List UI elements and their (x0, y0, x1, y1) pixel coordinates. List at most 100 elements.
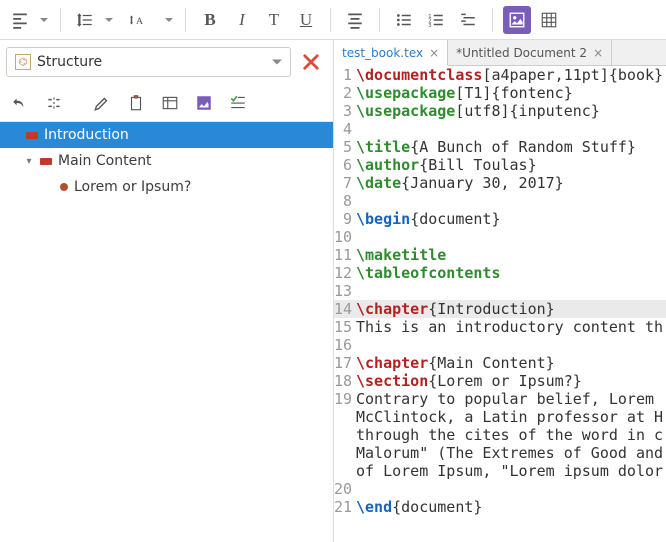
font-size-button[interactable]: A (119, 6, 159, 34)
code-line[interactable]: 8 (334, 192, 666, 210)
spacing-dropdown-caret[interactable] (103, 6, 115, 34)
tree-twisty[interactable] (10, 130, 20, 140)
code-line[interactable]: 5\title{A Bunch of Random Stuff} (334, 138, 666, 156)
collapse-button[interactable] (38, 89, 70, 117)
structure-dropdown[interactable]: ⌬ Structure (6, 47, 291, 77)
chapter-icon (26, 132, 38, 139)
code-line[interactable]: 15This is an introductory content th (334, 318, 666, 336)
bullet-list-button[interactable] (390, 6, 418, 34)
code-line[interactable]: of Lorem Ipsum, "Lorem ipsum dolor (334, 462, 666, 480)
code-line[interactable]: 4 (334, 120, 666, 138)
insert-image-button[interactable] (503, 6, 531, 34)
undo-button[interactable] (4, 89, 36, 117)
tab-close-icon[interactable]: × (593, 46, 603, 60)
tree-item[interactable]: ▾Main Content (0, 148, 333, 174)
tree-twisty[interactable] (44, 182, 54, 192)
edit-button[interactable] (86, 89, 118, 117)
code-line[interactable]: 21\end{document} (334, 498, 666, 516)
insert-table-button[interactable] (535, 6, 563, 34)
code-line[interactable]: 9\begin{document} (334, 210, 666, 228)
center-text-button[interactable] (341, 6, 369, 34)
code-content: \date{January 30, 2017} (356, 174, 564, 192)
structure-toolbar (0, 84, 333, 122)
line-number (334, 444, 356, 462)
checklist-button[interactable] (222, 89, 254, 117)
line-spacing-button[interactable] (71, 6, 99, 34)
tab-label: test_book.tex (342, 46, 423, 60)
code-content: \chapter{Main Content} (356, 354, 555, 372)
code-line[interactable]: 2\usepackage[T1]{fontenc} (334, 84, 666, 102)
formatting-toolbar: A B I T U 123 (0, 0, 666, 40)
code-line[interactable]: 17\chapter{Main Content} (334, 354, 666, 372)
align-dropdown-caret[interactable] (38, 6, 50, 34)
bold-button[interactable]: B (196, 6, 224, 34)
description-list-button[interactable] (454, 6, 482, 34)
typewriter-button[interactable]: T (260, 6, 288, 34)
editor-tab[interactable]: test_book.tex × (334, 40, 448, 66)
code-line[interactable]: 1\documentclass[a4paper,11pt]{book} (334, 66, 666, 84)
code-line[interactable]: 12\tableofcontents (334, 264, 666, 282)
image-view-button[interactable] (188, 89, 220, 117)
code-line[interactable]: 3\usepackage[utf8]{inputenc} (334, 102, 666, 120)
italic-button[interactable]: I (228, 6, 256, 34)
code-content: \author{Bill Toulas} (356, 156, 537, 174)
align-left-button[interactable] (6, 6, 34, 34)
close-panel-button[interactable] (295, 46, 327, 78)
code-content: through the cites of the word in c (356, 426, 663, 444)
chevron-down-icon (272, 57, 282, 67)
code-content: \usepackage[utf8]{inputenc} (356, 102, 600, 120)
code-line[interactable]: 10 (334, 228, 666, 246)
tab-close-icon[interactable]: × (429, 46, 439, 60)
code-line[interactable]: McClintock, a Latin professor at H (334, 408, 666, 426)
structure-label: Structure (37, 54, 266, 70)
line-number (334, 426, 356, 444)
separator (185, 8, 186, 32)
code-content: \maketitle (356, 246, 446, 264)
code-line[interactable]: 20 (334, 480, 666, 498)
font-size-dropdown-caret[interactable] (163, 6, 175, 34)
code-line[interactable]: Malorum" (The Extremes of Good and (334, 444, 666, 462)
line-number: 21 (334, 498, 356, 516)
code-line[interactable]: 14\chapter{Introduction} (334, 300, 666, 318)
line-number: 12 (334, 264, 356, 282)
code-content: \end{document} (356, 498, 482, 516)
right-panel: test_book.tex × *Untitled Document 2 × 1\do… (334, 40, 666, 542)
code-content: of Lorem Ipsum, "Lorem ipsum dolor (356, 462, 663, 480)
code-content: \documentclass[a4paper,11pt]{book} (356, 66, 663, 84)
table-view-button[interactable] (154, 89, 186, 117)
line-number: 20 (334, 480, 356, 498)
separator (60, 8, 61, 32)
line-number: 17 (334, 354, 356, 372)
line-number: 8 (334, 192, 356, 210)
code-content (356, 336, 365, 354)
editor-tab[interactable]: *Untitled Document 2 × (448, 40, 612, 65)
line-number: 2 (334, 84, 356, 102)
code-content: \section{Lorem or Ipsum?} (356, 372, 582, 390)
code-line[interactable]: 7\date{January 30, 2017} (334, 174, 666, 192)
separator (379, 8, 380, 32)
code-line[interactable]: 6\author{Bill Toulas} (334, 156, 666, 174)
code-editor[interactable]: 1\documentclass[a4paper,11pt]{book}2\use… (334, 66, 666, 542)
tree-item[interactable]: Introduction (0, 122, 333, 148)
code-line[interactable]: 18\section{Lorem or Ipsum?} (334, 372, 666, 390)
tree-item[interactable]: Lorem or Ipsum? (0, 174, 333, 200)
code-line[interactable]: 16 (334, 336, 666, 354)
tab-label: *Untitled Document 2 (456, 46, 587, 60)
code-line[interactable]: 11\maketitle (334, 246, 666, 264)
line-number: 16 (334, 336, 356, 354)
underline-button[interactable]: U (292, 6, 320, 34)
code-content: McClintock, a Latin professor at H (356, 408, 663, 426)
code-line[interactable]: 13 (334, 282, 666, 300)
code-content (356, 282, 365, 300)
close-icon (301, 52, 321, 72)
line-number: 19 (334, 390, 356, 408)
number-list-button[interactable]: 123 (422, 6, 450, 34)
line-number: 11 (334, 246, 356, 264)
tree-twisty[interactable]: ▾ (24, 156, 34, 166)
paste-button[interactable] (120, 89, 152, 117)
code-line[interactable]: through the cites of the word in c (334, 426, 666, 444)
svg-text:3: 3 (428, 22, 432, 28)
code-content (356, 120, 365, 138)
code-line[interactable]: 19Contrary to popular belief, Lorem (334, 390, 666, 408)
main-area: ⌬ Structure Introduction▾Main ContentLor… (0, 40, 666, 542)
